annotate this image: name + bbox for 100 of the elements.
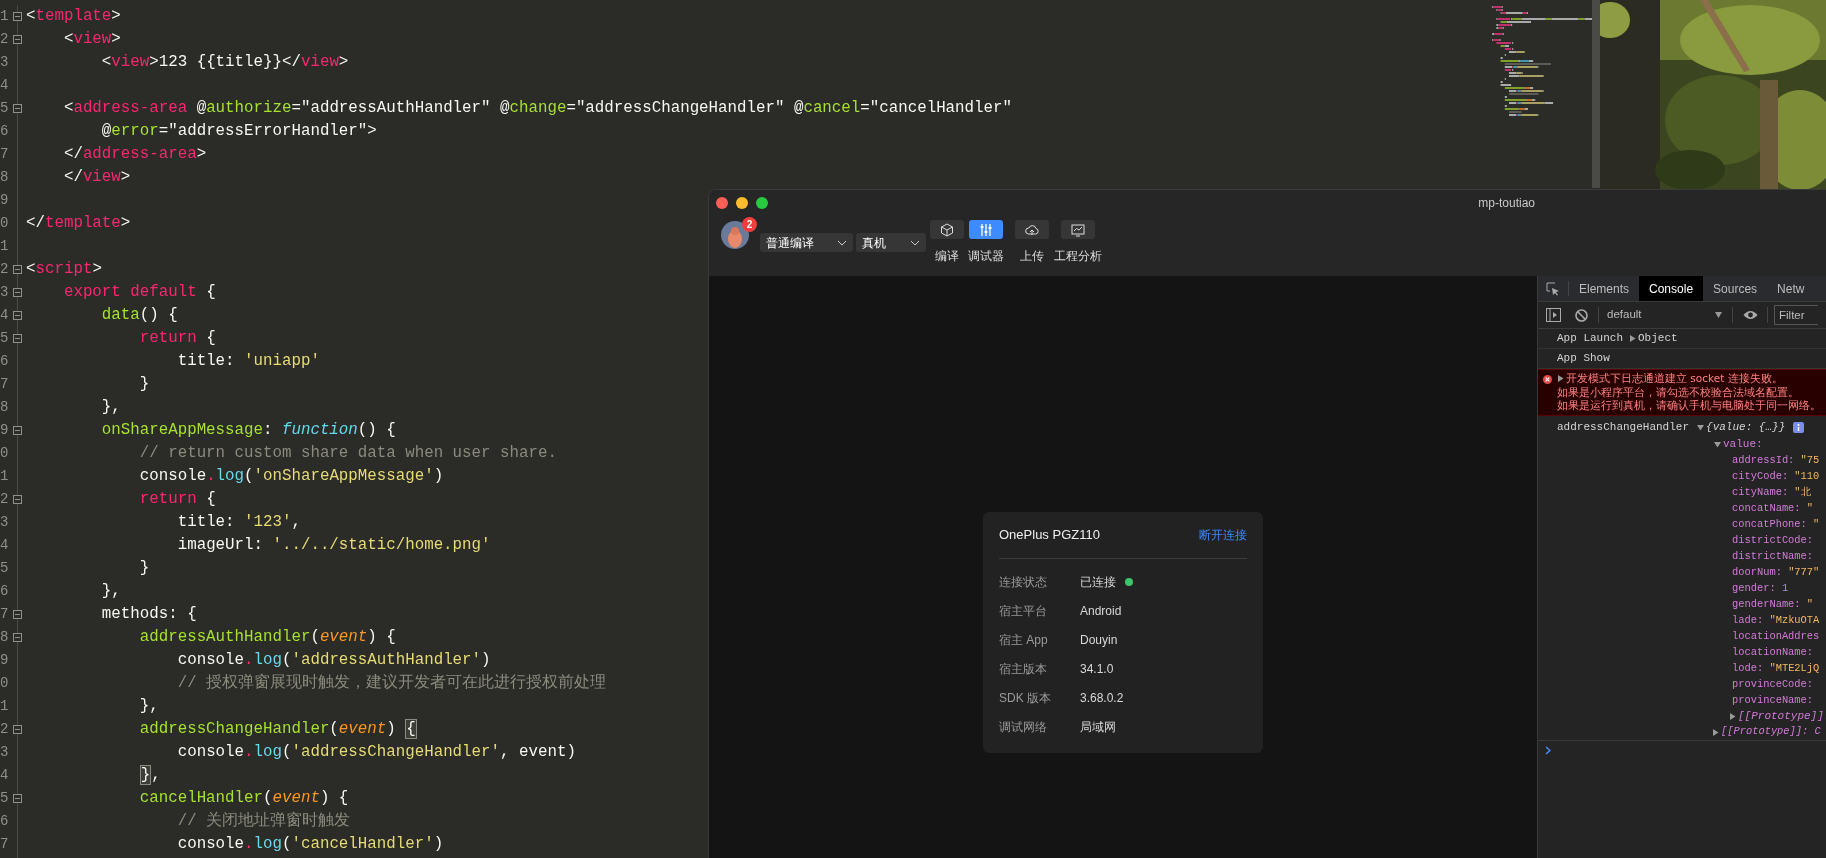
toolbar-label: 调试器 (968, 248, 1004, 265)
code-line: onShareAppMessage: function() { (100, 420, 396, 441)
devtools-tab[interactable]: Console (1639, 276, 1704, 301)
info-label: 连接状态 (999, 573, 1048, 591)
line-number: 9 (0, 191, 9, 210)
sidebar-toggle-icon[interactable] (1546, 308, 1561, 322)
compile-mode-dropdown[interactable]: 普通编译 (760, 233, 853, 252)
target-dropdown[interactable]: 真机 (856, 233, 926, 252)
avatar-icon[interactable] (721, 221, 749, 249)
line-number: 5 (0, 329, 9, 348)
fold-icon[interactable] (13, 334, 22, 343)
disclosure-triangle-icon[interactable] (1557, 375, 1564, 383)
disclosure-triangle-icon[interactable] (1697, 424, 1705, 431)
devtools-tab[interactable]: Sources (1703, 276, 1768, 301)
prototype-label: [[Prototype]]: C (1721, 724, 1821, 740)
fold-icon[interactable] (13, 12, 22, 21)
line-number: 3 (0, 743, 9, 762)
object-label: Object (1638, 331, 1678, 347)
code-line: console.log('addressAuthHandler') (176, 650, 491, 671)
disclosure-triangle-icon[interactable] (1729, 713, 1736, 720)
line-number: 1 (0, 697, 9, 716)
property-row-text: provinceCode: (1732, 676, 1814, 692)
toolbar-button[interactable] (1061, 220, 1095, 239)
eye-icon[interactable] (1743, 310, 1758, 320)
toolbar-label: 编译 (935, 248, 959, 265)
code-line: // 授权弹窗展现时触发，建议开发者可在此进行授权前处理 (176, 673, 607, 694)
chevron-down-icon (910, 239, 920, 246)
code-line: <template> (26, 6, 121, 27)
code-line: } (138, 558, 150, 579)
line-number: 0 (0, 444, 9, 463)
line-number: 7 (0, 605, 9, 624)
line-number: 4 (0, 766, 9, 785)
line-number: 5 (0, 559, 9, 578)
fold-icon[interactable] (13, 794, 22, 803)
line-number: 6 (0, 812, 9, 831)
close-window-button[interactable] (716, 197, 728, 209)
code-line: addressAuthHandler(event) { (138, 627, 396, 648)
disclosure-triangle-icon[interactable] (1714, 441, 1721, 448)
property-row-text: genderName: " (1732, 596, 1814, 612)
code-line: console.log('onShareAppMessage') (138, 466, 444, 487)
toolbar-button[interactable] (930, 220, 964, 239)
info-icon[interactable] (1793, 422, 1805, 433)
minimize-window-button[interactable] (736, 197, 748, 209)
info-label: 宿主 App (999, 631, 1049, 649)
device-name: OnePlus PGZ110 (999, 526, 1100, 545)
line-number: 5 (0, 99, 9, 118)
info-label: SDK 版本 (999, 689, 1052, 707)
zoom-window-button[interactable] (756, 197, 768, 209)
fold-icon[interactable] (13, 495, 22, 504)
disclosure-triangle-icon[interactable] (1712, 728, 1719, 736)
code-line: </template> (26, 213, 131, 234)
property-row-text: concatName: " (1732, 500, 1814, 516)
line-number: 9 (0, 651, 9, 670)
devtools-tab[interactable]: Netw (1767, 276, 1805, 301)
property-row-text: lade: "MzkuOTA (1732, 612, 1820, 628)
devtools-tab[interactable]: Elements (1569, 276, 1640, 301)
code-line: // 关闭地址弹窗时触发 (176, 811, 351, 832)
line-number: 7 (0, 145, 9, 164)
line-number: 1 (0, 237, 9, 256)
code-line: export default { (62, 282, 216, 303)
error-text: 如果是运行到真机，请确认手机与电脑处于同一网络。 (1557, 399, 1821, 413)
property-row-text: lode: "MTE2LjQ (1732, 660, 1820, 676)
line-number: 6 (0, 122, 9, 141)
fold-icon[interactable] (13, 265, 22, 274)
line-number: 5 (0, 789, 9, 808)
line-number: 8 (0, 628, 9, 647)
line-number: 2 (0, 720, 9, 739)
context-dropdown[interactable]: default (1607, 306, 1722, 324)
property-row-text: cityCode: "110 (1732, 468, 1820, 484)
console-prompt-icon[interactable] (1545, 746, 1551, 755)
fold-icon[interactable] (13, 35, 22, 44)
code-line: }, (100, 581, 121, 602)
fold-icon[interactable] (13, 426, 22, 435)
toolbar-button[interactable] (1015, 220, 1049, 239)
code-line: return { (138, 328, 216, 349)
clear-console-icon[interactable] (1575, 308, 1588, 322)
code-line: }, (138, 696, 159, 717)
caret-icon (1715, 312, 1722, 318)
disclosure-triangle-icon[interactable] (1629, 335, 1636, 342)
console-message: addressChangeHandler (1557, 420, 1690, 436)
line-number: 4 (0, 306, 9, 325)
minimap-scrollbar[interactable] (1592, 0, 1600, 188)
info-label: 宿主版本 (999, 660, 1048, 678)
code-line: @error="addressErrorHandler"> (100, 121, 377, 142)
fold-icon[interactable] (13, 633, 22, 642)
disconnect-link[interactable]: 断开连接 (1199, 526, 1247, 544)
property-row-text: addressId: "75 (1732, 452, 1820, 468)
filter-field[interactable]: Filter (1774, 305, 1818, 325)
fold-icon[interactable] (13, 104, 22, 113)
property-row-text: cityName: "北 (1732, 484, 1811, 500)
fold-icon[interactable] (13, 288, 22, 297)
inspect-element-icon[interactable] (1546, 281, 1560, 296)
info-value: Douyin (1080, 631, 1118, 649)
fold-icon[interactable] (13, 725, 22, 734)
fold-icon[interactable] (13, 610, 22, 619)
cube-icon (940, 222, 954, 237)
property-row-text: provinceName: (1732, 692, 1814, 708)
fold-icon[interactable] (13, 311, 22, 320)
line-number: 0 (0, 674, 9, 693)
code-line: data() { (100, 305, 178, 326)
